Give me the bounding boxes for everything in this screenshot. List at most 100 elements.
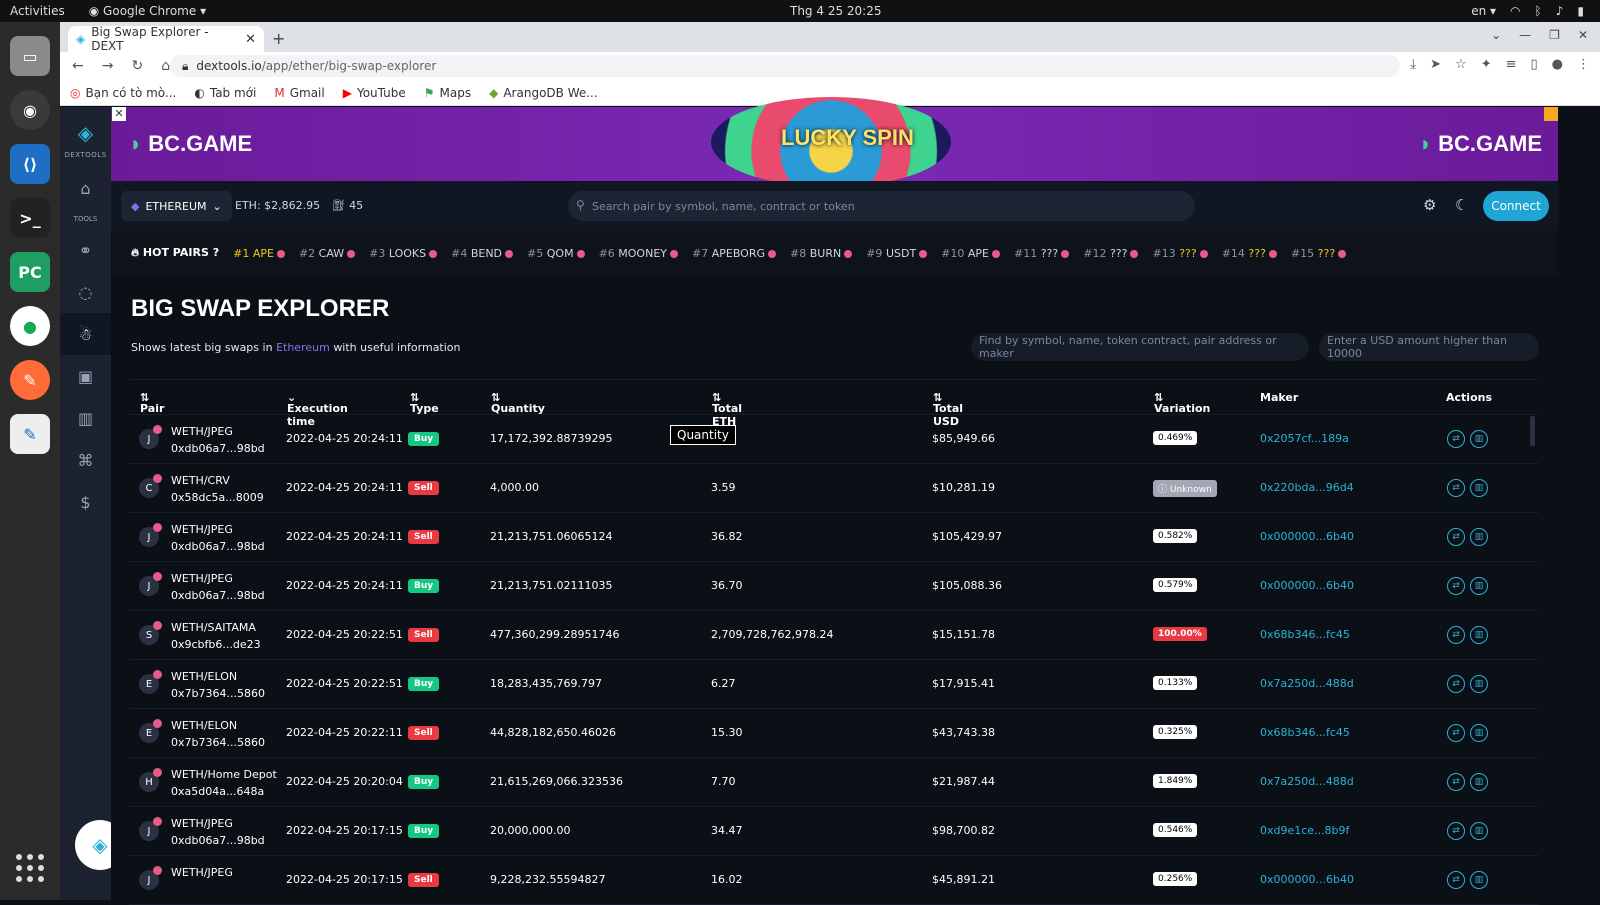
back-icon[interactable]: ← xyxy=(72,58,84,74)
pair-cell[interactable]: WETH/CRV 0x58dc5a...8009 xyxy=(171,472,264,506)
table-row[interactable]: S WETH/SAITAMA 0x9cbfb6...de23 2022-04-25 2… xyxy=(129,611,1539,660)
browser-tab[interactable]: ◈ Big Swap Explorer - DEXT ✕ xyxy=(68,25,264,53)
hot-pair-item[interactable]: #3 LOOKS xyxy=(369,247,438,260)
swap-action-icon[interactable]: ⇄ xyxy=(1447,430,1465,448)
chart-action-icon[interactable]: ▥ xyxy=(1470,871,1488,889)
table-row[interactable]: J WETH/JPEG 2022-04-25 20:17:15 Sell 9,228,2… xyxy=(129,856,1539,905)
hot-pairs-label[interactable]: 🔥︎ HOT PAIRS ? xyxy=(131,246,219,260)
language-indicator[interactable]: en ▾ xyxy=(1471,4,1496,18)
chart-action-icon[interactable]: ▥ xyxy=(1470,675,1488,693)
menu-icon[interactable]: ⋮ xyxy=(1577,57,1590,72)
bookmark-item[interactable]: ◐ Tab mới xyxy=(194,86,256,100)
postman-icon[interactable]: ✎ xyxy=(10,360,50,400)
chrome-icon[interactable]: ◉ xyxy=(10,90,50,130)
wifi-icon[interactable]: ◠ xyxy=(1510,4,1520,18)
hot-pair-item[interactable]: #11 ??? xyxy=(1014,247,1070,260)
extensions-icon[interactable]: ✦ xyxy=(1481,57,1492,72)
chain-selector[interactable]: ◆ ETHEREUM ⌄ xyxy=(121,191,232,221)
pair-search-input[interactable]: ⚲ Search pair by symbol, name, contract … xyxy=(568,191,1195,221)
share-icon[interactable]: ➤ xyxy=(1430,57,1441,72)
hot-pair-item[interactable]: #1 APE xyxy=(233,247,285,260)
dark-mode-icon[interactable]: ☾ xyxy=(1455,196,1468,214)
maker-link[interactable]: 0x68b346...fc45 xyxy=(1260,628,1350,641)
maker-link[interactable]: 0x000000...6b40 xyxy=(1260,530,1354,543)
close-ad-icon[interactable]: ✕ xyxy=(112,107,126,121)
install-icon[interactable]: ⤓ xyxy=(1410,57,1416,72)
table-row[interactable]: J WETH/JPEG 0xdb06a7...98bd 2022-04-25 20:1… xyxy=(129,807,1539,856)
chart-action-icon[interactable]: ▥ xyxy=(1470,430,1488,448)
home-nav-icon[interactable]: ⌂ xyxy=(60,167,111,209)
files-icon[interactable]: ▭ xyxy=(10,36,50,76)
bookmark-item[interactable]: ◎ Bạn có tò mò... xyxy=(70,86,176,100)
live-new-pairs-icon[interactable]: ◌ xyxy=(60,271,111,313)
bookmark-star-icon[interactable]: ☆ xyxy=(1455,57,1467,72)
swap-action-icon[interactable]: ⇄ xyxy=(1447,626,1465,644)
swap-action-icon[interactable]: ⇄ xyxy=(1447,675,1465,693)
pair-cell[interactable]: WETH/ELON 0x7b7364...5860 xyxy=(171,668,265,702)
pair-cell[interactable]: WETH/ELON 0x7b7364...5860 xyxy=(171,717,265,751)
table-row[interactable]: E WETH/ELON 0x7b7364...5860 2022-04-25 20:2… xyxy=(129,709,1539,758)
charts-icon[interactable]: ▥ xyxy=(60,397,111,439)
multiswap-icon[interactable]: ▣ xyxy=(60,355,111,397)
maker-link[interactable]: 0x7a250d...488d xyxy=(1260,677,1354,690)
home-icon[interactable]: ⌂ xyxy=(161,58,170,74)
forward-icon[interactable]: → xyxy=(102,58,114,74)
hot-pair-item[interactable]: #6 MOONEY xyxy=(599,247,678,260)
pair-cell[interactable]: WETH/JPEG 0xdb06a7...98bd xyxy=(171,570,265,604)
table-row[interactable]: J WETH/JPEG 0xdb06a7...98bd 2022-04-25 20:2… xyxy=(129,415,1539,464)
col-total-eth[interactable]: Total ETH ⇅ xyxy=(712,391,742,428)
reading-list-icon[interactable]: ≡ xyxy=(1506,57,1517,72)
maker-link[interactable]: 0x000000...6b40 xyxy=(1260,579,1354,592)
bookmark-item[interactable]: ⚑ Maps xyxy=(424,86,471,100)
vscode-icon[interactable]: ⟨⟩ xyxy=(10,144,50,184)
hot-pair-item[interactable]: #5 QOM xyxy=(527,247,585,260)
dollar-icon[interactable]: $ xyxy=(60,481,111,523)
side-panel-icon[interactable]: ▯ xyxy=(1531,57,1538,72)
battery-icon[interactable]: ▮ xyxy=(1577,4,1584,18)
swap-action-icon[interactable]: ⇄ xyxy=(1447,724,1465,742)
ad-banner[interactable]: ✕ ◗ BC.GAME LUCKY SPIN ◗ BC.GAME xyxy=(111,97,1558,187)
address-bar[interactable]: 🔒︎ dextools.io/app/ether/big-swap-explor… xyxy=(170,55,1400,77)
pair-explorer-icon[interactable]: ⚭ xyxy=(60,229,111,271)
settings-gear-icon[interactable]: ⚙ xyxy=(1423,196,1436,214)
dextools-logo-icon[interactable]: ◈ xyxy=(60,121,111,145)
minimize-icon[interactable]: — xyxy=(1519,28,1531,42)
app-menu[interactable]: ◉ Google Chrome ▾ xyxy=(89,4,206,18)
swap-action-icon[interactable]: ⇄ xyxy=(1447,871,1465,889)
text-editor-icon[interactable]: ✎ xyxy=(10,414,50,454)
chart-action-icon[interactable]: ▥ xyxy=(1470,773,1488,791)
ad-choices-icon[interactable] xyxy=(1544,107,1558,121)
bookmark-item[interactable]: ▶ YouTube xyxy=(343,86,406,100)
hot-pair-item[interactable]: #14 ??? xyxy=(1222,247,1277,260)
close-tab-icon[interactable]: ✕ xyxy=(245,32,256,47)
restore-icon[interactable]: ❐ xyxy=(1549,28,1560,42)
connect-button[interactable]: Connect xyxy=(1483,191,1549,221)
swap-action-icon[interactable]: ⇄ xyxy=(1447,822,1465,840)
bookmark-item[interactable]: ◆ ArangoDB We... xyxy=(489,86,598,100)
pycharm-icon[interactable]: PC xyxy=(10,252,50,292)
col-total-usd[interactable]: Total USD ⇅ xyxy=(933,391,963,428)
table-row[interactable]: J WETH/JPEG 0xdb06a7...98bd 2022-04-25 20:2… xyxy=(129,562,1539,611)
hot-pair-item[interactable]: #13 ??? xyxy=(1152,247,1208,260)
col-type[interactable]: Type ⇅ xyxy=(410,391,439,415)
bluetooth-icon[interactable]: ᛒ xyxy=(1535,4,1542,18)
show-apps-icon[interactable] xyxy=(16,854,44,882)
hot-pair-item[interactable]: #10 APE xyxy=(941,247,1000,260)
clock[interactable]: Thg 4 25 20:25 xyxy=(790,4,881,18)
chart-action-icon[interactable]: ▥ xyxy=(1470,577,1488,595)
mongodb-compass-icon[interactable]: ● xyxy=(10,306,50,346)
table-row[interactable]: E WETH/ELON 0x7b7364...5860 2022-04-25 20:2… xyxy=(129,660,1539,709)
bookmark-item[interactable]: M Gmail xyxy=(274,86,324,100)
chart-action-icon[interactable]: ▥ xyxy=(1470,626,1488,644)
swap-action-icon[interactable]: ⇄ xyxy=(1447,577,1465,595)
chart-action-icon[interactable]: ▥ xyxy=(1470,479,1488,497)
maker-link[interactable]: 0x7a250d...488d xyxy=(1260,775,1354,788)
hot-pair-item[interactable]: #7 APEBORG xyxy=(692,247,777,260)
terminal-icon[interactable]: >_ xyxy=(10,198,50,238)
swap-action-icon[interactable]: ⇄ xyxy=(1447,773,1465,791)
close-window-icon[interactable]: ✕ xyxy=(1578,28,1588,42)
usd-amount-input[interactable]: Enter a USD amount higher than 10000 xyxy=(1319,333,1539,361)
table-row[interactable]: J WETH/JPEG 0xdb06a7...98bd 2022-04-25 20:2… xyxy=(129,513,1539,562)
chart-action-icon[interactable]: ▥ xyxy=(1470,724,1488,742)
pair-cell[interactable]: WETH/JPEG 0xdb06a7...98bd xyxy=(171,423,265,457)
